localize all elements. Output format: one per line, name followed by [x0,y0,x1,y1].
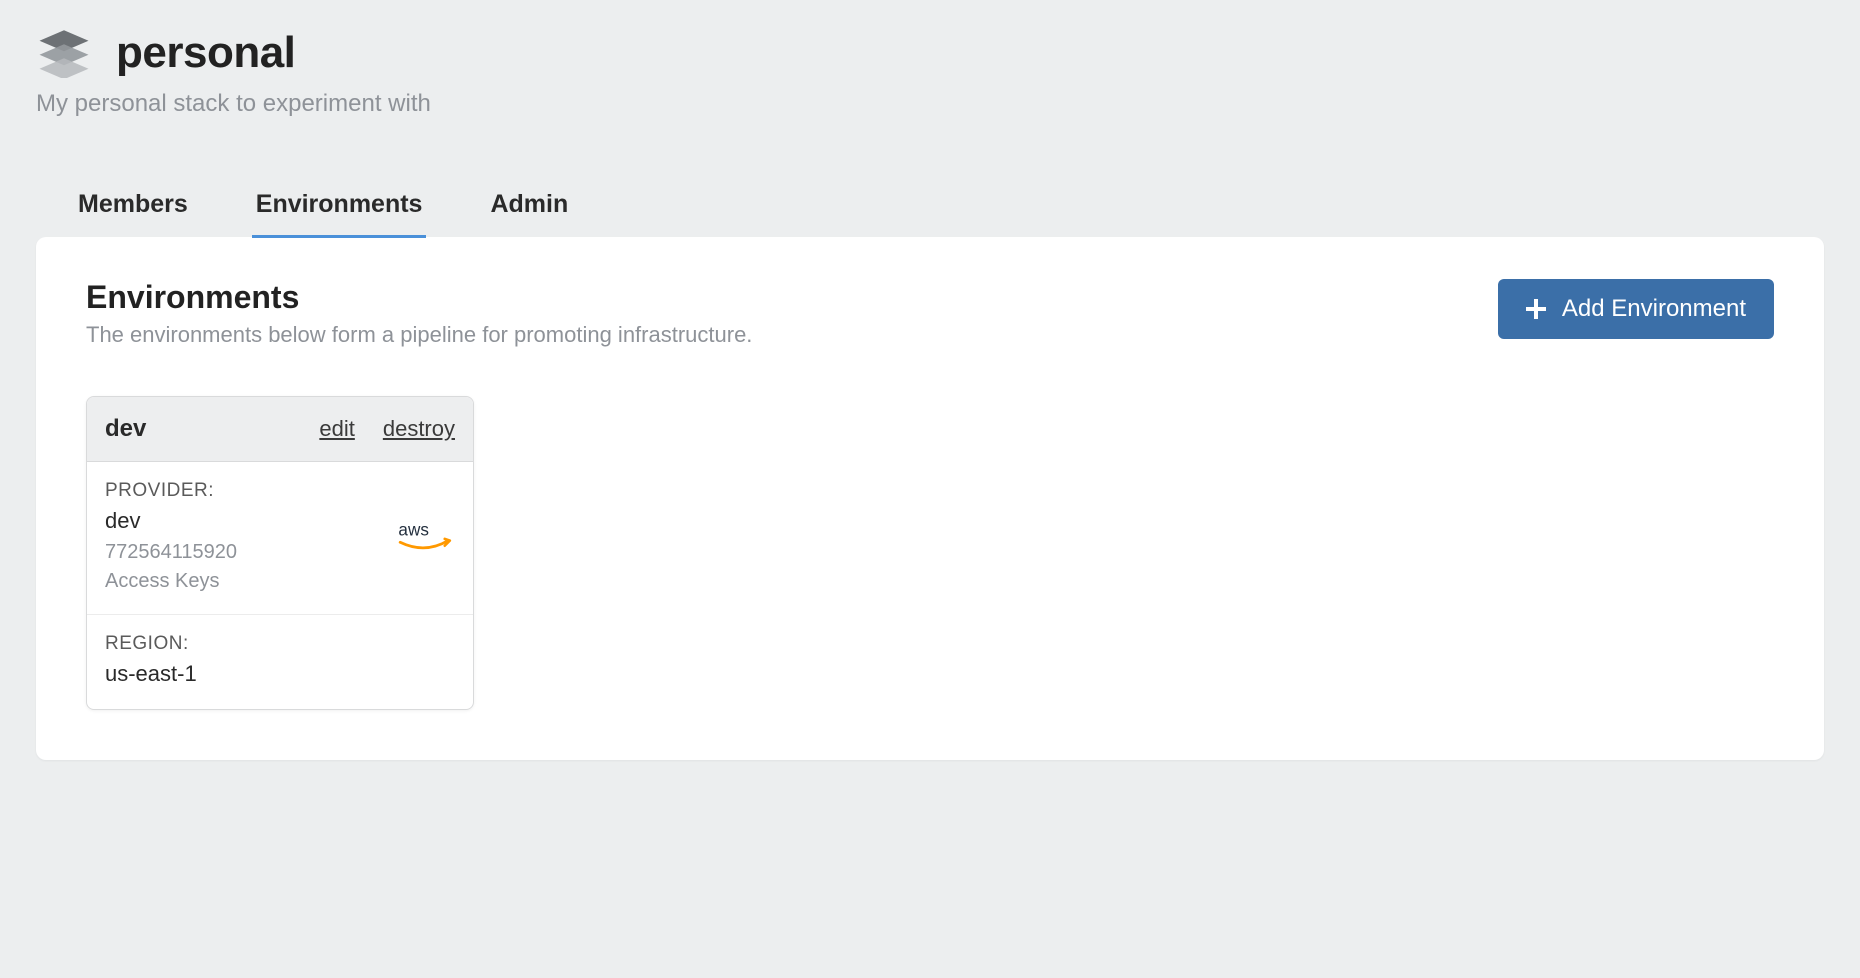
environment-edit-link[interactable]: edit [319,416,354,442]
environments-panel: Environments The environments below form… [36,237,1824,760]
stack-icon [36,28,92,78]
stack-title: personal [116,28,295,78]
region-value: us-east-1 [105,661,455,687]
region-label: REGION: [105,633,455,655]
tab-admin[interactable]: Admin [486,178,572,238]
tab-members[interactable]: Members [74,178,192,238]
provider-name: dev [105,508,237,534]
provider-auth-method: Access Keys [105,567,237,596]
aws-icon: aws [395,520,455,556]
plus-icon [1526,299,1546,319]
add-environment-button[interactable]: Add Environment [1498,279,1774,339]
tab-bar: Members Environments Admin [36,178,1824,238]
provider-label: PROVIDER: [105,480,237,502]
section-subtitle: The environments below form a pipeline f… [86,322,752,348]
add-environment-label: Add Environment [1562,295,1746,323]
provider-account-id: 772564115920 [105,538,237,567]
environment-destroy-link[interactable]: destroy [383,416,455,442]
stack-subtitle: My personal stack to experiment with [36,90,1824,118]
environment-card: dev edit destroy PROVIDER: dev 772564115… [86,396,474,710]
environment-provider-section: PROVIDER: dev 772564115920 Access Keys a… [87,462,473,615]
environment-card-header: dev edit destroy [87,397,473,462]
environment-region-section: REGION: us-east-1 [87,615,473,709]
svg-text:aws: aws [398,520,428,539]
section-title: Environments [86,279,752,316]
tab-environments[interactable]: Environments [252,178,427,238]
page-header: personal [36,28,1824,78]
environment-name: dev [105,415,146,443]
